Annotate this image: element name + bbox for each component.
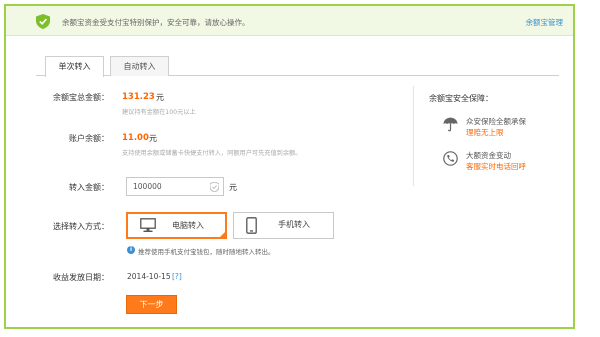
transfer-amount-label: 转入金额： — [69, 183, 109, 192]
method-pc-option[interactable]: 电脑转入 — [126, 212, 227, 239]
total-amount-label: 余额宝总金额： — [53, 93, 109, 102]
side-item-2-line1: 大额资金变动 — [466, 151, 511, 160]
tab-single-transfer[interactable]: 单次转入 — [45, 56, 104, 77]
banner-text: 余额宝资金受支付宝特别保护，安全可靠，请放心操作。 — [62, 18, 250, 27]
tab-bar: 单次转入 自动转入 — [36, 56, 559, 77]
selected-check-icon — [218, 230, 227, 239]
info-icon: i — [127, 246, 135, 254]
next-step-button[interactable]: 下一步 — [126, 295, 177, 314]
method-pc-label: 电脑转入 — [172, 221, 204, 230]
input-shield-icon — [210, 182, 219, 192]
payout-date-help-link[interactable]: [?] — [172, 272, 182, 281]
balance-label: 账户余额： — [69, 134, 109, 143]
security-banner: 余额宝资金受支付宝特别保护，安全可靠，请放心操作。 余额宝管理 — [6, 6, 573, 36]
balance-unit: 元 — [149, 134, 157, 143]
transfer-method-label: 选择转入方式： — [53, 222, 109, 231]
total-amount-hint: 建议持有金额在100元以上 — [122, 109, 196, 116]
umbrella-icon — [443, 117, 458, 132]
transfer-amount-unit: 元 — [229, 183, 237, 192]
security-guarantee-title: 余额宝安全保障： — [429, 94, 493, 103]
phone-icon — [246, 217, 257, 234]
payout-date-value: 2014-10-15 — [127, 272, 171, 281]
total-amount-value: 131.23 — [122, 92, 155, 102]
phone-24h-icon — [443, 151, 458, 166]
side-item-1-line1: 众安保险全额承保 — [466, 117, 526, 126]
balance-hint: 支持使用余额或储蓄卡快捷支付转入，同额用户可先充值到余额。 — [122, 150, 302, 157]
side-item-2-line2: 客服实时电话回呼 — [466, 162, 526, 171]
monitor-icon — [140, 218, 156, 232]
yuebao-manage-link[interactable]: 余额宝管理 — [526, 17, 564, 28]
side-item-1-line2: 理赔无上限 — [466, 128, 504, 137]
tab-auto-transfer[interactable]: 自动转入 — [110, 56, 169, 76]
payout-date-label: 收益发放日期： — [53, 273, 109, 282]
method-phone-option[interactable]: 手机转入 — [233, 212, 334, 239]
side-divider — [413, 86, 414, 186]
balance-value: 11.00 — [122, 133, 149, 143]
method-phone-label: 手机转入 — [278, 220, 310, 229]
shield-icon — [36, 14, 50, 29]
method-recommendation-text: 推荐使用手机支付宝钱包，随时随地转入转出。 — [138, 248, 275, 256]
main-frame: 余额宝资金受支付宝特别保护，安全可靠，请放心操作。 余额宝管理 单次转入 自动转… — [4, 4, 575, 329]
total-amount-unit: 元 — [156, 93, 164, 102]
